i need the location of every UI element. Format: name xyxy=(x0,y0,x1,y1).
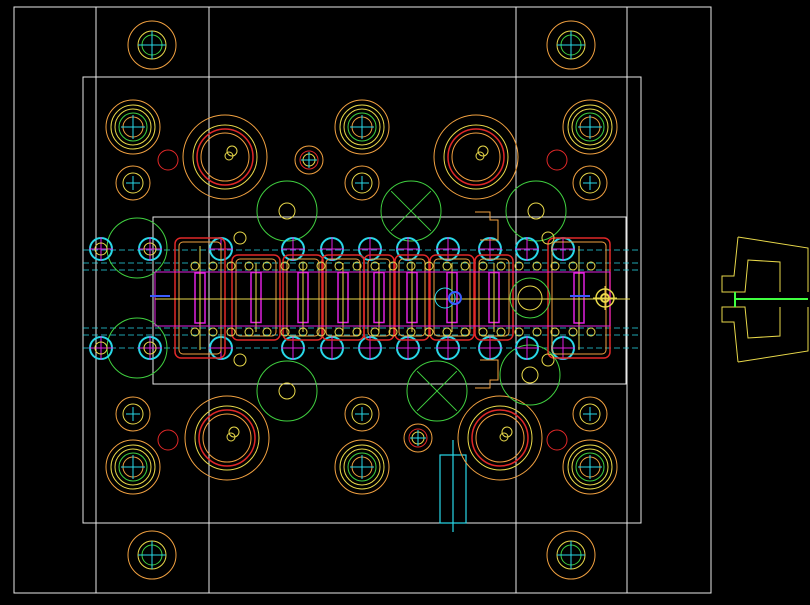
canvas-background xyxy=(0,0,810,605)
cad-mold-drawing xyxy=(0,0,810,605)
